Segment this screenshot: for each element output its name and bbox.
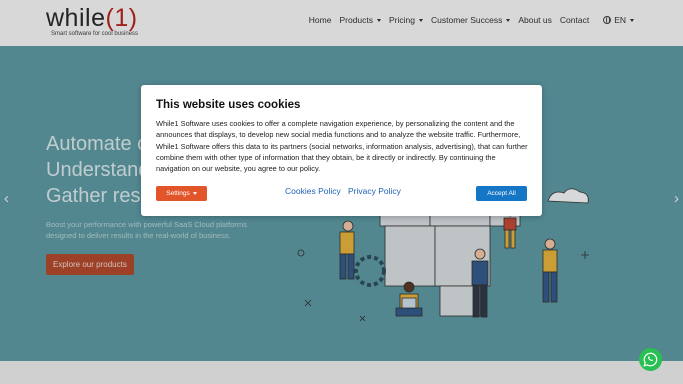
privacy-policy-link[interactable]: Privacy Policy [348, 186, 401, 196]
cookie-consent-dialog: This website uses cookies While1 Softwar… [141, 85, 542, 216]
cookie-settings-button[interactable]: Settings [156, 186, 207, 201]
whatsapp-icon [643, 352, 658, 367]
whatsapp-button[interactable] [639, 348, 662, 371]
cookies-policy-link[interactable]: Cookies Policy [285, 186, 341, 196]
cookie-dialog-title: This website uses cookies [156, 99, 301, 111]
cookie-settings-label: Settings [166, 190, 190, 197]
chevron-down-icon [192, 192, 197, 195]
accept-all-button[interactable]: Accept All [476, 186, 527, 201]
cookie-dialog-body: While1 Software uses cookies to offer a … [156, 119, 528, 174]
